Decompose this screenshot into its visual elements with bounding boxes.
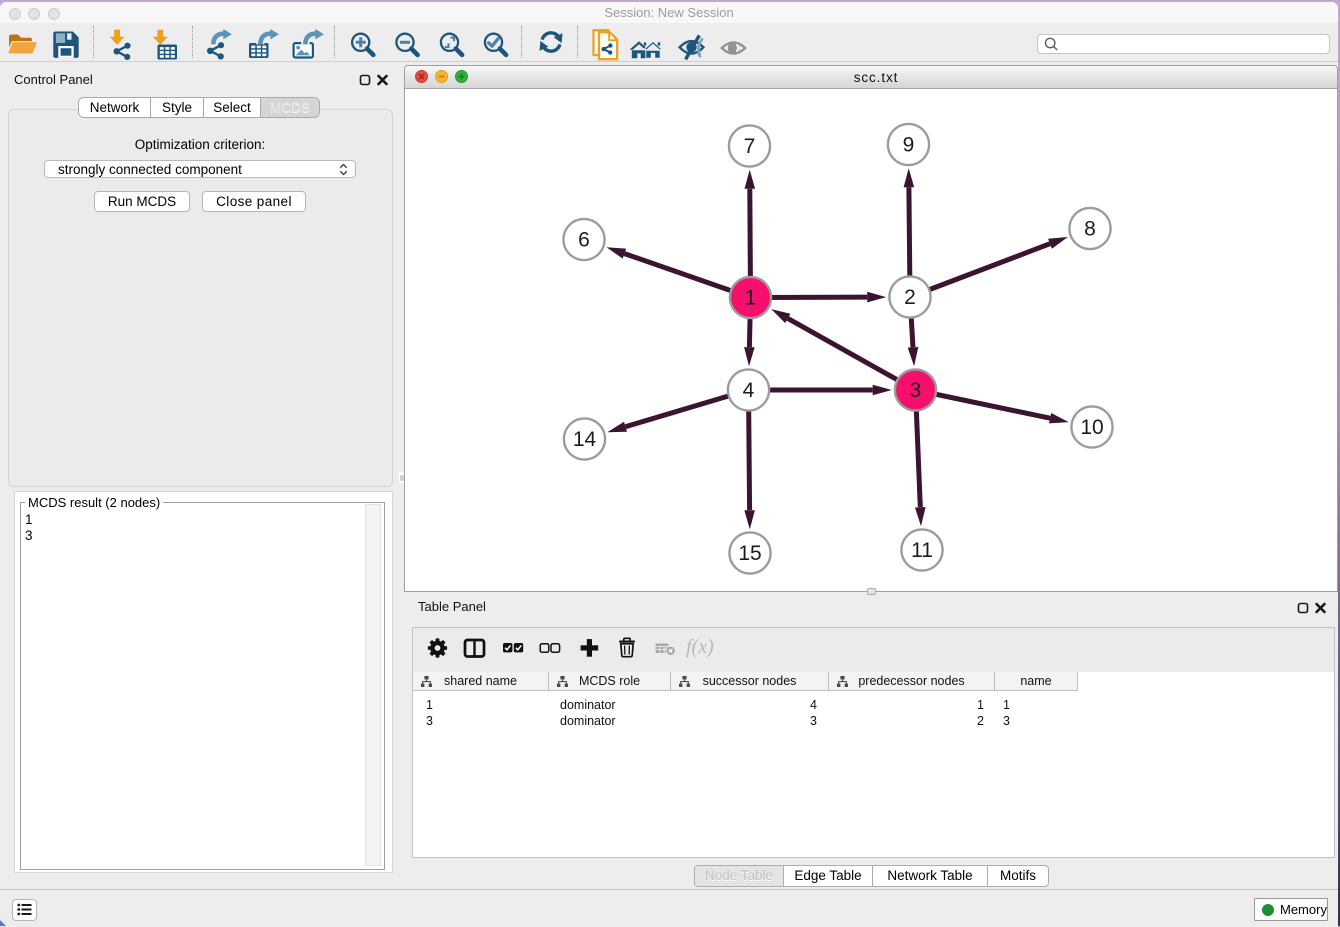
svg-text:15: 15: [738, 542, 761, 565]
svg-text:10: 10: [1080, 416, 1103, 439]
svg-text:1: 1: [745, 287, 757, 310]
svg-text:7: 7: [744, 135, 756, 158]
svg-text:6: 6: [578, 229, 590, 252]
svg-text:3: 3: [910, 379, 922, 402]
svg-text:9: 9: [903, 134, 915, 157]
svg-text:14: 14: [573, 428, 597, 451]
svg-text:11: 11: [911, 539, 933, 562]
svg-text:4: 4: [743, 379, 755, 402]
svg-text:8: 8: [1084, 218, 1096, 241]
svg-text:2: 2: [904, 286, 916, 309]
